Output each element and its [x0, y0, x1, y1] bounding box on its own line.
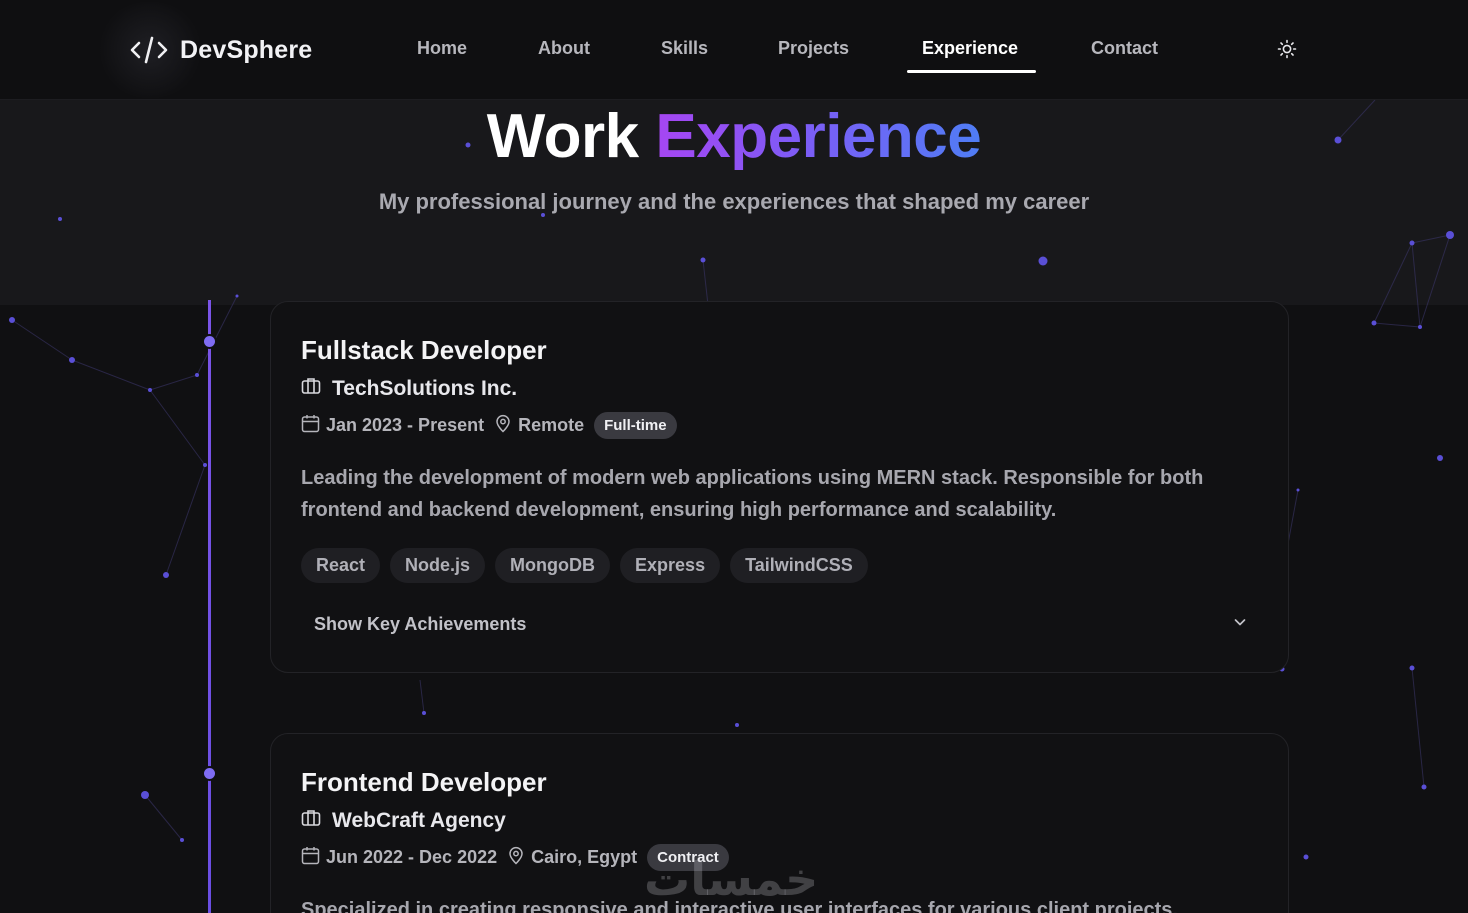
calendar-icon — [301, 414, 320, 438]
date-range-text: Jun 2022 - Dec 2022 — [326, 847, 498, 867]
tech-tag: Express — [620, 548, 721, 583]
nav-link-contact[interactable]: Contact — [1091, 38, 1158, 59]
timeline-line — [208, 300, 211, 913]
employment-type-badge: Full-time — [594, 412, 677, 439]
active-nav-indicator — [907, 70, 1036, 73]
briefcase-icon — [301, 376, 321, 401]
company-name: WebCraft Agency — [332, 808, 506, 832]
job-description: Leading the development of modern web ap… — [301, 467, 1204, 521]
tech-tag: TailwindCSS — [730, 548, 868, 583]
location-text: Remote — [518, 415, 585, 435]
brand-logo-link[interactable]: DevSphere — [130, 31, 312, 69]
nav-link-skills[interactable]: Skills — [661, 38, 708, 59]
brand-name: DevSphere — [180, 35, 313, 64]
date-range-text: Jan 2023 - Present — [326, 415, 485, 435]
sun-icon — [1277, 39, 1297, 62]
job-title: Frontend Developer — [301, 767, 547, 797]
company-name: TechSolutions Inc. — [332, 376, 518, 400]
company-row: WebCraft Agency — [301, 808, 506, 833]
company-row: TechSolutions Inc. — [301, 376, 517, 401]
page-title-part1: Work — [486, 102, 639, 171]
experience-card: Fullstack Developer TechSolutions Inc. J — [270, 301, 1289, 673]
location: Cairo, Egypt — [507, 846, 637, 870]
date-range: Jun 2022 - Dec 2022 — [301, 846, 497, 870]
date-range: Jan 2023 - Present — [301, 414, 484, 438]
code-icon — [130, 31, 168, 69]
map-pin-icon — [507, 846, 525, 870]
tech-tag: MongoDB — [495, 548, 611, 583]
page-title: Work Experience — [0, 100, 1468, 174]
location-text: Cairo, Egypt — [531, 847, 638, 867]
theme-toggle-button[interactable] — [1275, 38, 1299, 62]
job-title: Fullstack Developer — [301, 335, 547, 365]
meta-row: Jan 2023 - Present Remote Full-time — [301, 412, 677, 439]
navbar: DevSphere Home About Skills Projects Exp… — [0, 0, 1468, 100]
nav-link-experience[interactable]: Experience — [922, 38, 1018, 59]
timeline-dot — [204, 768, 215, 779]
tech-tags: React Node.js MongoDB Express TailwindCS… — [301, 548, 868, 583]
calendar-icon — [301, 846, 320, 870]
page-title-part2: Experience — [655, 102, 982, 171]
chevron-down-icon — [1232, 614, 1248, 635]
show-achievements-label: Show Key Achievements — [314, 613, 527, 634]
watermark-logo: خمسات — [644, 852, 820, 906]
page-subtitle: My professional journey and the experien… — [378, 189, 1090, 214]
nav-link-home[interactable]: Home — [417, 38, 467, 59]
location: Remote — [494, 414, 584, 438]
tech-tag: React — [301, 548, 381, 583]
briefcase-icon — [301, 808, 321, 833]
nav-link-projects[interactable]: Projects — [778, 38, 849, 59]
nav-link-about[interactable]: About — [538, 38, 590, 59]
tech-tag: Node.js — [390, 548, 486, 583]
map-pin-icon — [494, 414, 512, 438]
timeline-dot — [204, 336, 215, 347]
show-achievements-toggle[interactable]: Show Key Achievements — [301, 602, 1261, 646]
